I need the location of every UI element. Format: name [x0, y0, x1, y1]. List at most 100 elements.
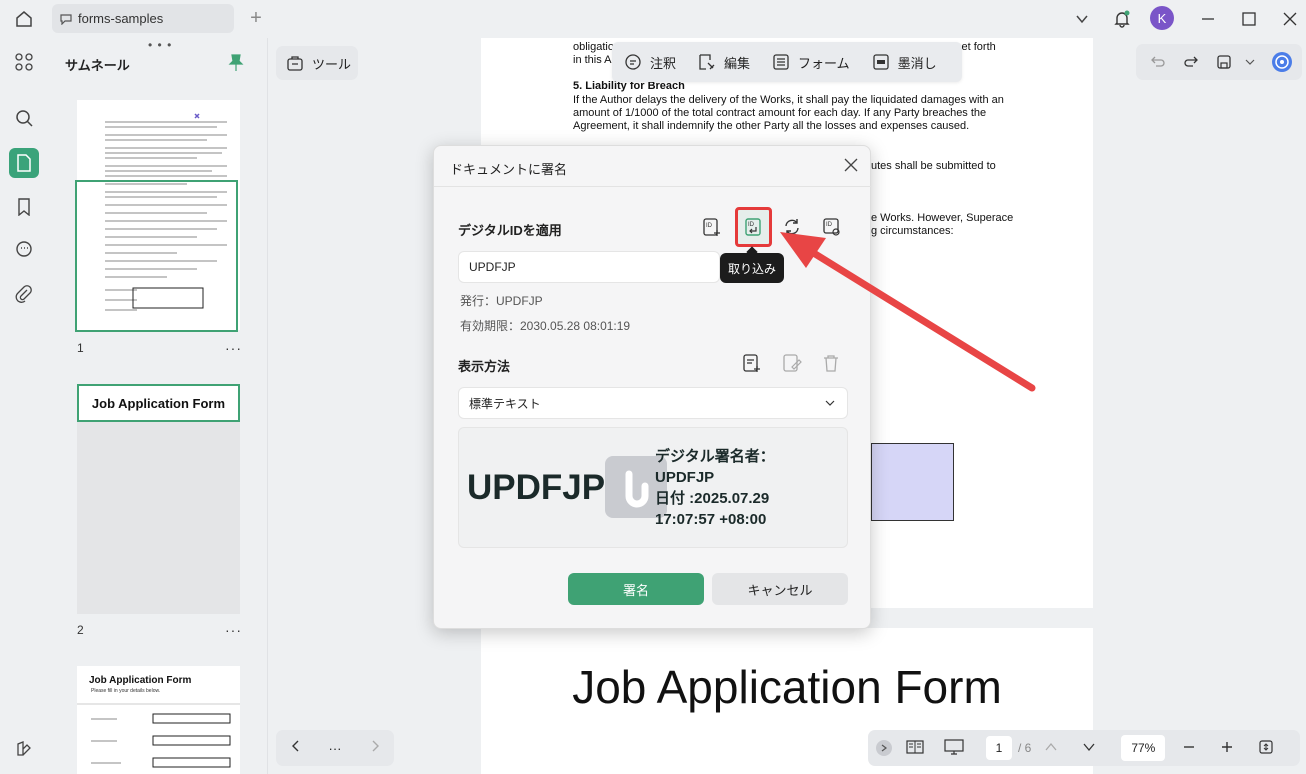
issuer-text: 発行：UPDFJP [460, 294, 543, 308]
add-appearance-icon[interactable] [738, 349, 766, 377]
cancel-button[interactable]: キャンセル [712, 573, 848, 605]
sign-button[interactable]: 署名 [568, 573, 704, 605]
thumbnail-heading: Job Application Form [77, 384, 240, 422]
edit-icon [699, 54, 715, 70]
add-id-icon[interactable]: ID [698, 213, 726, 241]
thumbnail-more-button[interactable]: ··· [225, 622, 242, 638]
import-id-icon[interactable]: ID [739, 213, 767, 241]
tab-title: forms-samples [78, 11, 164, 26]
undo-icon[interactable] [1146, 49, 1171, 75]
search-icon[interactable] [9, 103, 39, 133]
mode-label: 注釈 [650, 55, 677, 71]
display-method-value: 標準テキスト [469, 396, 541, 411]
zoom-in-icon[interactable] [1221, 741, 1233, 756]
doc-line: in this Ag [573, 54, 618, 66]
zoom-level[interactable]: 77% [1121, 735, 1166, 761]
view-id-icon[interactable]: ID [818, 213, 846, 241]
page-number-input[interactable]: 1 [986, 736, 1012, 760]
signature-preview: UPDFJP デジタル署名者： UPDFJP 日付 :2025.07.29 17… [458, 427, 848, 548]
digital-id-select[interactable]: UPDFJP [458, 251, 720, 283]
chevron-down-icon [825, 397, 835, 411]
thumbnail-page-3[interactable]: Job Application Form Please fill in your… [77, 666, 240, 774]
thumbnail-number: 1 [77, 341, 84, 355]
new-tab-button[interactable]: + [246, 7, 266, 29]
right-toolbar [1136, 44, 1302, 80]
form-icon [773, 54, 789, 70]
page-title: Job Application Form [572, 661, 1002, 713]
document-tab[interactable]: forms-samples [52, 4, 234, 33]
ai-assistant-icon[interactable] [1269, 49, 1294, 75]
svg-text:ID: ID [748, 222, 755, 228]
present-icon[interactable] [944, 738, 964, 758]
thumbnail-3-fields [77, 703, 240, 768]
chevron-down-icon[interactable] [1083, 741, 1095, 755]
comment-icon [60, 13, 72, 25]
pin-icon[interactable] [228, 54, 244, 77]
tools-button[interactable]: ツール [276, 46, 358, 80]
mode-edit[interactable]: 編集 [698, 53, 750, 72]
thumbnail-icon[interactable] [9, 148, 39, 178]
zoom-out-icon[interactable] [1183, 741, 1195, 756]
thumbnail-selection [75, 180, 238, 332]
avatar[interactable]: K [1150, 6, 1174, 30]
page-nav: ··· [276, 730, 394, 766]
annotate-icon [625, 54, 641, 70]
chevron-up-icon[interactable] [1045, 741, 1057, 755]
mode-label: フォーム [798, 55, 850, 71]
signature-field[interactable] [871, 443, 954, 521]
edit-appearance-icon[interactable] [778, 349, 806, 377]
bell-icon[interactable] [1110, 7, 1134, 31]
import-tooltip: 取り込み [720, 253, 784, 283]
mode-label: 編集 [724, 55, 751, 71]
close-icon[interactable] [844, 158, 860, 174]
refresh-icon[interactable] [778, 213, 806, 241]
signature-details: デジタル署名者： UPDFJP 日付 :2025.07.29 17:07:57 … [655, 446, 775, 530]
delete-icon[interactable] [817, 349, 845, 377]
layers-icon[interactable] [9, 734, 39, 764]
expand-icon[interactable] [876, 740, 892, 756]
dialog-title: ドキュメントに署名 [450, 162, 568, 177]
signature-line: UPDFJP [655, 469, 715, 486]
maximize-icon[interactable] [1237, 7, 1261, 31]
home-icon[interactable] [12, 7, 36, 31]
display-method-label: 表示方法 [458, 359, 511, 374]
thumbnail-page-2[interactable]: Job Application Form [77, 384, 240, 614]
view-controls: 1 / 6 77% [868, 730, 1300, 766]
thumbnail-more-button[interactable]: ··· [225, 340, 242, 356]
left-rail [0, 38, 48, 774]
mode-redact[interactable]: 墨消し [872, 53, 937, 72]
apps-icon[interactable] [9, 47, 39, 77]
title-bar: forms-samples + K [0, 0, 1306, 38]
drag-handle-icon[interactable]: • • • [148, 38, 172, 52]
attachment-icon[interactable] [9, 279, 39, 309]
comments-icon[interactable] [9, 235, 39, 265]
mode-label: 墨消し [897, 55, 937, 71]
reading-mode-icon[interactable] [906, 739, 924, 757]
chevron-right-icon[interactable] [369, 739, 381, 758]
display-method-select[interactable]: 標準テキスト [458, 387, 848, 419]
panel-title: サムネール [65, 58, 130, 73]
chevron-down-icon[interactable] [1070, 7, 1094, 31]
thumbnail-page-1[interactable] [75, 100, 240, 332]
signature-line: デジタル署名者： [655, 448, 775, 465]
fit-page-icon[interactable] [1259, 739, 1273, 757]
bookmark-icon[interactable] [9, 192, 39, 222]
redact-icon [873, 54, 889, 70]
mode-bar: 注釈 編集 フォーム 墨消し [612, 42, 962, 82]
divider [434, 186, 872, 187]
close-icon[interactable] [1278, 7, 1302, 31]
save-icon[interactable] [1211, 49, 1236, 75]
more-icon[interactable]: ··· [329, 741, 342, 756]
mode-annotate[interactable]: 注釈 [624, 53, 676, 72]
minimize-icon[interactable] [1196, 7, 1220, 31]
doc-line: If the Author delays the delivery of the… [573, 94, 1004, 106]
doc-fragment: e Works. However, Superace [871, 212, 1014, 224]
redo-icon[interactable] [1179, 49, 1204, 75]
svg-text:ID: ID [706, 223, 713, 229]
signature-line: 17:07:57 +08:00 [655, 511, 767, 528]
svg-text:ID: ID [826, 222, 833, 228]
doc-line: Agreement, it shall indemnify the other … [573, 120, 970, 132]
chevron-down-icon[interactable] [1244, 49, 1255, 75]
mode-form[interactable]: フォーム [772, 53, 850, 72]
chevron-left-icon[interactable] [290, 739, 302, 758]
